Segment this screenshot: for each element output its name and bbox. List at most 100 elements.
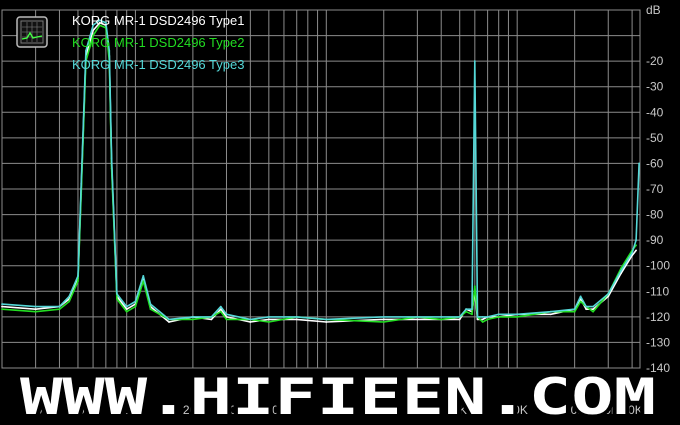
series-3-point <box>267 316 270 318</box>
series-1-point <box>267 318 270 321</box>
y-tick-label: dB <box>646 3 661 17</box>
y-tick-label: -70 <box>646 182 664 196</box>
series-1-point <box>382 318 385 321</box>
series-3-point <box>192 316 194 318</box>
legend-entry-2: KORG MR-1 DSD2496 Type2 <box>72 35 244 50</box>
series-3-point <box>125 305 128 308</box>
series-3-point <box>416 316 419 318</box>
series-3-point <box>116 292 118 295</box>
series-3-point <box>620 269 622 272</box>
series-3-point <box>382 316 385 318</box>
series-3-point <box>516 313 519 316</box>
series-3-point <box>486 316 489 318</box>
series-3-point <box>249 318 252 321</box>
watermark-text: WWW.HIFIEEN.COM <box>20 368 656 425</box>
series-3-point <box>497 313 500 316</box>
series-3-point <box>476 316 479 318</box>
series-1-point <box>549 313 552 316</box>
series-1-point <box>585 308 588 311</box>
y-tick-label: -120 <box>646 310 670 324</box>
series-3-point <box>225 313 228 316</box>
series-2-point <box>481 321 484 323</box>
y-tick-label: -80 <box>646 208 664 222</box>
series-3-point <box>1 303 3 305</box>
series-3-point <box>77 275 79 277</box>
series-3-point <box>607 292 610 295</box>
series-1-point <box>635 249 637 252</box>
series-2-point <box>149 308 152 311</box>
series-3-point <box>481 316 484 318</box>
y-tick-label: -110 <box>646 284 669 298</box>
series-3-point <box>631 252 633 254</box>
series-3-point <box>465 308 467 311</box>
series-3-point <box>458 316 461 318</box>
series-2-point <box>473 285 476 288</box>
series-3-point <box>108 50 111 52</box>
series-3-point <box>110 157 113 160</box>
series-2-point <box>497 316 500 318</box>
series-3-point <box>471 308 473 311</box>
series-2-point <box>267 321 270 323</box>
series-3-point <box>325 318 328 321</box>
legend: KORG MR-1 DSD2496 Type1 KORG MR-1 DSD2496… <box>16 13 244 72</box>
series-3-point <box>34 305 37 308</box>
y-axis-ticks: dB -20 -30 -40 -50 -60 -70 -80 -90 -100 -110 -120 -1… <box>646 3 670 375</box>
series-2-point <box>77 280 79 282</box>
series-1-point <box>416 318 419 321</box>
series-3-point <box>85 50 87 52</box>
series-3-point <box>579 295 582 298</box>
series-1-point <box>1 305 3 308</box>
series-2-point <box>192 318 194 321</box>
series-1-point <box>34 308 37 311</box>
y-tick-label: -130 <box>646 335 670 349</box>
series-1-point <box>476 318 479 321</box>
series-2-point <box>134 305 137 308</box>
series-2-point <box>573 310 576 313</box>
series-3-point <box>58 305 61 308</box>
series-2-point <box>486 318 489 321</box>
series-2-point <box>440 318 443 321</box>
series-2-point <box>116 298 118 300</box>
legend-entry-3: KORG MR-1 DSD2496 Type3 <box>72 57 244 72</box>
series-1-point <box>295 318 298 321</box>
series-3-point <box>219 305 222 308</box>
series-3-point <box>68 295 71 298</box>
series-3-point <box>134 300 137 303</box>
series-3-point <box>80 183 83 185</box>
series-3-point <box>638 162 640 165</box>
y-tick-label: -50 <box>646 131 664 145</box>
series-1-point <box>210 318 213 321</box>
y-tick-label: -60 <box>646 156 664 170</box>
watermark: WWW.HIFIEEN.COM <box>17 365 659 425</box>
series-2-point <box>34 310 37 313</box>
series-3-point <box>210 316 213 318</box>
y-tick-label: -40 <box>646 105 664 119</box>
legend-entry-1: KORG MR-1 DSD2496 Type1 <box>72 13 244 28</box>
y-tick-label: -20 <box>646 54 664 68</box>
series-3-point <box>635 239 637 242</box>
series-2-point <box>219 310 222 313</box>
series-3-point <box>573 308 576 311</box>
series-2-point <box>1 308 3 311</box>
series-1-point <box>325 321 328 323</box>
series-3-point <box>149 303 152 305</box>
series-3-point <box>473 60 476 62</box>
y-tick-label: -100 <box>646 259 670 273</box>
series-2-point <box>68 300 71 303</box>
series-2-point <box>125 310 128 313</box>
series-3-point <box>295 316 298 318</box>
series-3-point <box>440 316 443 318</box>
series-3-point <box>585 305 588 308</box>
series-1-point <box>249 321 252 323</box>
series-3-point <box>592 305 594 308</box>
series-1-point <box>458 318 461 321</box>
series-2-point <box>382 321 385 323</box>
series-1-point <box>481 318 484 321</box>
series-2-point <box>516 316 519 318</box>
series-2-point <box>471 313 473 316</box>
series-1-point <box>168 321 170 323</box>
series-2-point <box>579 300 582 303</box>
y-tick-label: -90 <box>646 233 664 247</box>
spectrum-plot: dB -20 -30 -40 -50 -60 -70 -80 -90 -100 -110 -120 -1… <box>1 3 670 425</box>
series-3-point <box>168 318 170 321</box>
